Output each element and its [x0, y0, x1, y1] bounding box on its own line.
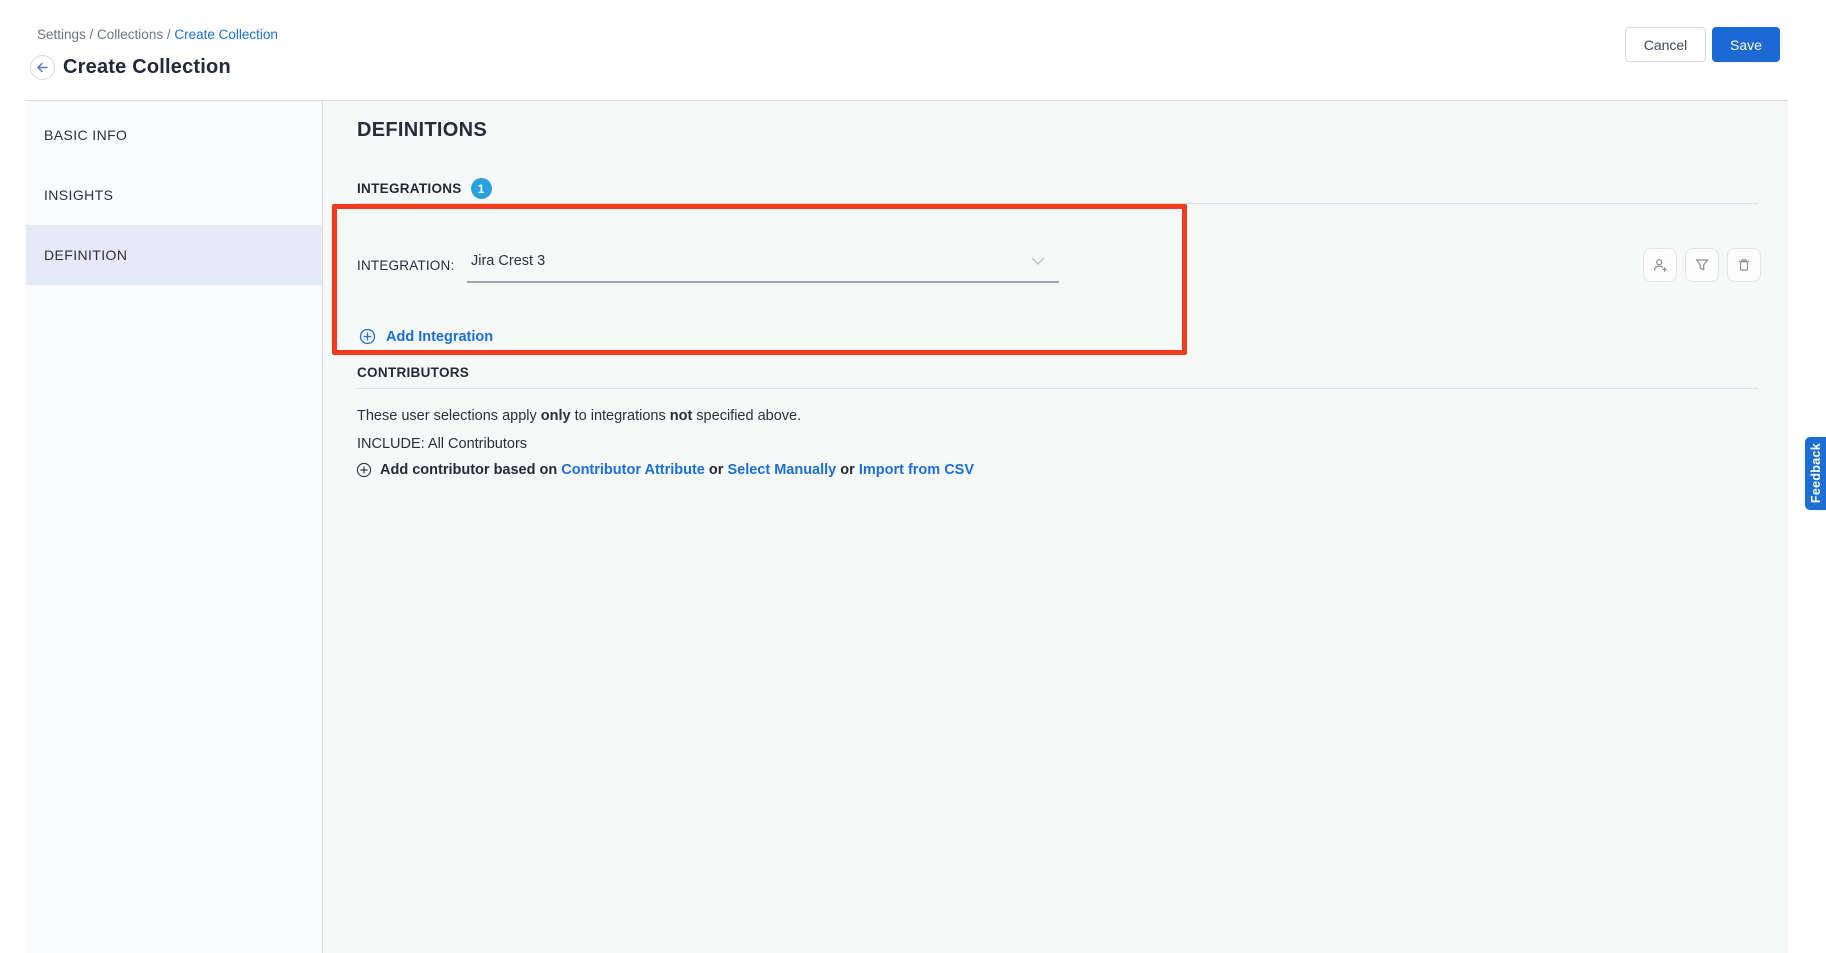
sidebar-item-insights[interactable]: INSIGHTS [26, 165, 322, 225]
integration-select[interactable]: Jira Crest 3 [467, 241, 1059, 283]
breadcrumb-separator: / [86, 27, 97, 42]
select-manually-link[interactable]: Select Manually [727, 462, 836, 478]
contributors-divider [356, 388, 1758, 389]
circle-plus-icon [359, 328, 376, 345]
trash-icon [1736, 257, 1752, 273]
integrations-label: INTEGRATIONS [357, 181, 462, 196]
cancel-button[interactable]: Cancel [1625, 27, 1706, 62]
sidebar-item-basic-info[interactable]: BASIC INFO [26, 105, 322, 165]
definitions-heading: DEFINITIONS [357, 119, 487, 142]
person-add-icon [1652, 257, 1669, 274]
page-title: Create Collection [63, 55, 231, 79]
integrations-section-header: INTEGRATIONS 1 [357, 178, 492, 199]
contributors-label: CONTRIBUTORS [357, 365, 469, 380]
sidebar: BASIC INFO INSIGHTS DEFINITION [26, 101, 323, 953]
add-contributor-prefix: Add contributor based on [380, 462, 561, 478]
note-bold-only: only [541, 408, 571, 424]
integration-select-value: Jira Crest 3 [471, 253, 545, 269]
note-bold-not: not [670, 408, 693, 424]
or-text: or [705, 462, 728, 478]
breadcrumb-settings[interactable]: Settings [37, 27, 86, 42]
filter-icon-button[interactable] [1685, 248, 1719, 282]
add-integration-link[interactable]: Add Integration [359, 328, 493, 345]
arrow-left-icon [36, 61, 49, 74]
save-button[interactable]: Save [1712, 27, 1780, 62]
or-text: or [836, 462, 859, 478]
breadcrumb-collections[interactable]: Collections [97, 27, 163, 42]
contributor-attribute-link[interactable]: Contributor Attribute [561, 462, 705, 478]
integrations-divider [356, 203, 1758, 204]
note-text: specified above. [692, 408, 801, 424]
feedback-tab[interactable]: Feedback [1805, 437, 1826, 510]
note-text: to integrations [571, 408, 670, 424]
contributors-section-header: CONTRIBUTORS [357, 365, 469, 380]
contributors-note: These user selections apply only to inte… [357, 408, 801, 424]
filter-icon [1694, 257, 1710, 273]
import-from-csv-link[interactable]: Import from CSV [859, 462, 974, 478]
chevron-down-icon [1031, 257, 1045, 266]
breadcrumb-separator: / [163, 27, 174, 42]
definition-content: DEFINITIONS INTEGRATIONS 1 INTEGRATION: … [323, 101, 1788, 953]
add-contributor-row: Add contributor based on Contributor Att… [356, 462, 974, 478]
breadcrumb-create-collection[interactable]: Create Collection [174, 27, 278, 42]
create-collection-panel: BASIC INFO INSIGHTS DEFINITION DEFINITIO… [26, 100, 1788, 953]
integration-field-label: INTEGRATION: [357, 258, 454, 273]
integration-actions [1643, 248, 1761, 282]
include-line: INCLUDE: All Contributors [357, 436, 527, 452]
circle-plus-icon [356, 462, 372, 478]
add-integration-label: Add Integration [386, 329, 493, 345]
add-contributor-text: Add contributor based on Contributor Att… [380, 462, 974, 478]
breadcrumb: Settings / Collections / Create Collecti… [37, 27, 278, 42]
delete-icon-button[interactable] [1727, 248, 1761, 282]
add-contributor-icon-button[interactable] [1643, 248, 1677, 282]
feedback-tab-label: Feedback [1809, 443, 1823, 503]
sidebar-item-definition[interactable]: DEFINITION [26, 225, 322, 285]
integrations-count-badge: 1 [471, 178, 492, 199]
note-text: These user selections apply [357, 408, 541, 424]
back-button[interactable] [30, 55, 55, 80]
